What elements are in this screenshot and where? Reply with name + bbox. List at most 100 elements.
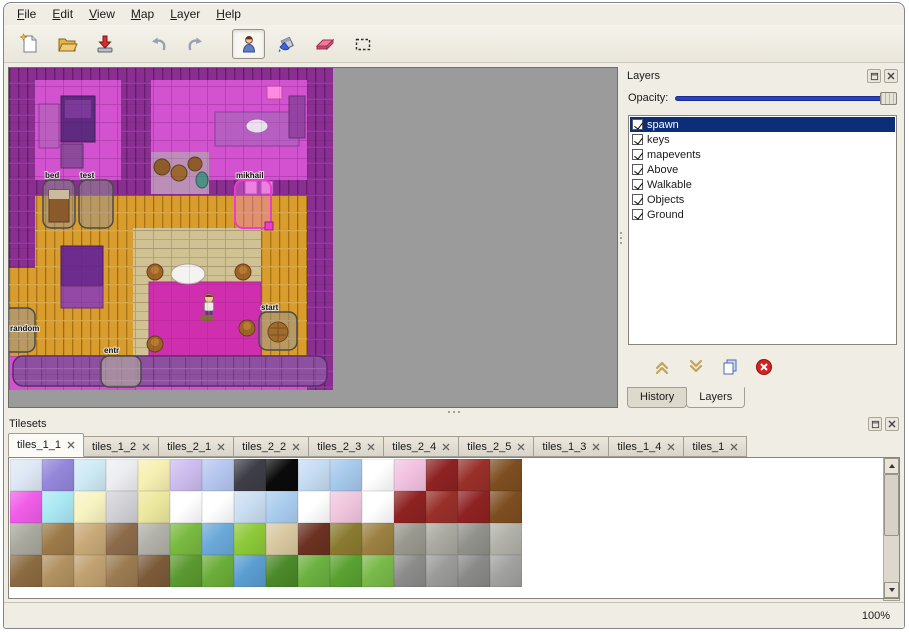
tileset-tile[interactable] xyxy=(266,459,298,491)
new-map-button[interactable] xyxy=(12,29,45,59)
tileset-tile[interactable] xyxy=(362,523,394,555)
close-panel-button[interactable] xyxy=(885,417,899,431)
tileset-tile[interactable] xyxy=(106,523,138,555)
tileset-tile[interactable] xyxy=(10,459,42,491)
tileset-tile[interactable] xyxy=(234,555,266,587)
tileset-tile[interactable] xyxy=(106,491,138,523)
close-tab-icon[interactable] xyxy=(517,443,525,451)
tileset-tile[interactable] xyxy=(298,555,330,587)
close-tab-icon[interactable] xyxy=(367,443,375,451)
tileset-tile[interactable] xyxy=(138,459,170,491)
layer-row-mapevents[interactable]: mapevents xyxy=(630,147,895,162)
tileset-tile[interactable] xyxy=(266,491,298,523)
open-map-button[interactable] xyxy=(50,29,83,59)
tileset-tile[interactable] xyxy=(426,555,458,587)
tileset-scrollbar[interactable] xyxy=(883,458,899,598)
tileset-tab[interactable]: tiles_2_5 xyxy=(458,436,534,457)
tileset-tab[interactable]: tiles_1_4 xyxy=(608,436,684,457)
close-tab-icon[interactable] xyxy=(67,441,75,449)
close-tab-icon[interactable] xyxy=(730,443,738,451)
layer-row-walkable[interactable]: Walkable xyxy=(630,177,895,192)
tileset-tab[interactable]: tiles_1 xyxy=(683,436,747,457)
menu-edit[interactable]: Edit xyxy=(44,4,81,24)
menu-map[interactable]: Map xyxy=(123,4,162,24)
close-tab-icon[interactable] xyxy=(592,443,600,451)
map-canvas[interactable]: bed test mikhail start xyxy=(9,68,618,408)
tileset-tile[interactable] xyxy=(426,491,458,523)
tileset-tile[interactable] xyxy=(106,459,138,491)
save-map-button[interactable] xyxy=(88,29,121,59)
tileset-tile[interactable] xyxy=(10,555,42,587)
layer-row-above[interactable]: Above xyxy=(630,162,895,177)
tileset-tile[interactable] xyxy=(426,459,458,491)
tileset-tile[interactable] xyxy=(426,523,458,555)
scroll-down-button[interactable] xyxy=(884,582,899,598)
tileset-tile[interactable] xyxy=(234,523,266,555)
map-viewport[interactable]: bed test mikhail start xyxy=(8,67,618,408)
close-tab-icon[interactable] xyxy=(217,443,225,451)
tileset-tile[interactable] xyxy=(138,491,170,523)
tileset-tile[interactable] xyxy=(74,491,106,523)
opacity-slider-track[interactable] xyxy=(675,96,896,101)
tileset-tile[interactable] xyxy=(394,555,426,587)
layer-visibility-checkbox[interactable] xyxy=(632,119,643,130)
delete-layer-button[interactable] xyxy=(752,355,776,379)
layer-visibility-checkbox[interactable] xyxy=(632,134,643,145)
eraser-button[interactable] xyxy=(308,29,341,59)
undo-button[interactable] xyxy=(141,29,174,59)
tileset-tile[interactable] xyxy=(10,523,42,555)
tileset-tile[interactable] xyxy=(330,523,362,555)
tileset-tile[interactable] xyxy=(458,523,490,555)
menu-view[interactable]: View xyxy=(81,4,123,24)
float-panel-button[interactable] xyxy=(867,69,881,83)
tileset-tile[interactable] xyxy=(458,555,490,587)
tileset-tile[interactable] xyxy=(170,523,202,555)
close-tab-icon[interactable] xyxy=(442,443,450,451)
tileset-tile[interactable] xyxy=(10,491,42,523)
tab-history[interactable]: History xyxy=(627,387,687,408)
tileset-tile[interactable] xyxy=(298,523,330,555)
tileset-tile[interactable] xyxy=(362,459,394,491)
tileset-tile[interactable] xyxy=(266,523,298,555)
tileset-tile[interactable] xyxy=(490,491,522,523)
tileset-tile[interactable] xyxy=(170,459,202,491)
tileset-tile[interactable] xyxy=(234,459,266,491)
menu-layer[interactable]: Layer xyxy=(162,4,208,24)
scrollbar-thumb[interactable] xyxy=(884,474,899,536)
tileset-tab[interactable]: tiles_1_1 xyxy=(8,433,84,457)
opacity-slider[interactable] xyxy=(675,91,897,106)
close-tab-icon[interactable] xyxy=(292,443,300,451)
menu-file[interactable]: File xyxy=(9,4,44,24)
tileset-tab[interactable]: tiles_2_2 xyxy=(233,436,309,457)
tileset-tab[interactable]: tiles_1_3 xyxy=(533,436,609,457)
tileset-tile[interactable] xyxy=(42,523,74,555)
rectangular-select-button[interactable] xyxy=(346,29,379,59)
tileset-grid[interactable] xyxy=(10,459,523,587)
tileset-tab[interactable]: tiles_2_4 xyxy=(383,436,459,457)
layer-visibility-checkbox[interactable] xyxy=(632,209,643,220)
tileset-tile[interactable] xyxy=(394,459,426,491)
menu-help[interactable]: Help xyxy=(208,4,249,24)
tileset-tile[interactable] xyxy=(170,555,202,587)
tileset-tab[interactable]: tiles_2_3 xyxy=(308,436,384,457)
raise-layer-button[interactable] xyxy=(650,355,674,379)
map-object-random[interactable]: random xyxy=(9,308,39,352)
tileset-tile[interactable] xyxy=(42,491,74,523)
layer-visibility-checkbox[interactable] xyxy=(632,179,643,190)
layer-row-objects[interactable]: Objects xyxy=(630,192,895,207)
tileset-tile[interactable] xyxy=(362,491,394,523)
tileset-tile[interactable] xyxy=(490,555,522,587)
tileset-tile[interactable] xyxy=(42,555,74,587)
scroll-up-button[interactable] xyxy=(884,458,899,474)
layer-row-ground[interactable]: Ground xyxy=(630,207,895,222)
tileset-tile[interactable] xyxy=(330,459,362,491)
opacity-slider-handle[interactable] xyxy=(880,92,897,105)
tileset-tile[interactable] xyxy=(74,555,106,587)
tileset-tile[interactable] xyxy=(394,523,426,555)
close-panel-button[interactable] xyxy=(884,69,898,83)
tileset-tile[interactable] xyxy=(234,491,266,523)
tileset-tile[interactable] xyxy=(74,459,106,491)
layer-visibility-checkbox[interactable] xyxy=(632,164,643,175)
close-tab-icon[interactable] xyxy=(142,443,150,451)
tileset-tile[interactable] xyxy=(330,491,362,523)
